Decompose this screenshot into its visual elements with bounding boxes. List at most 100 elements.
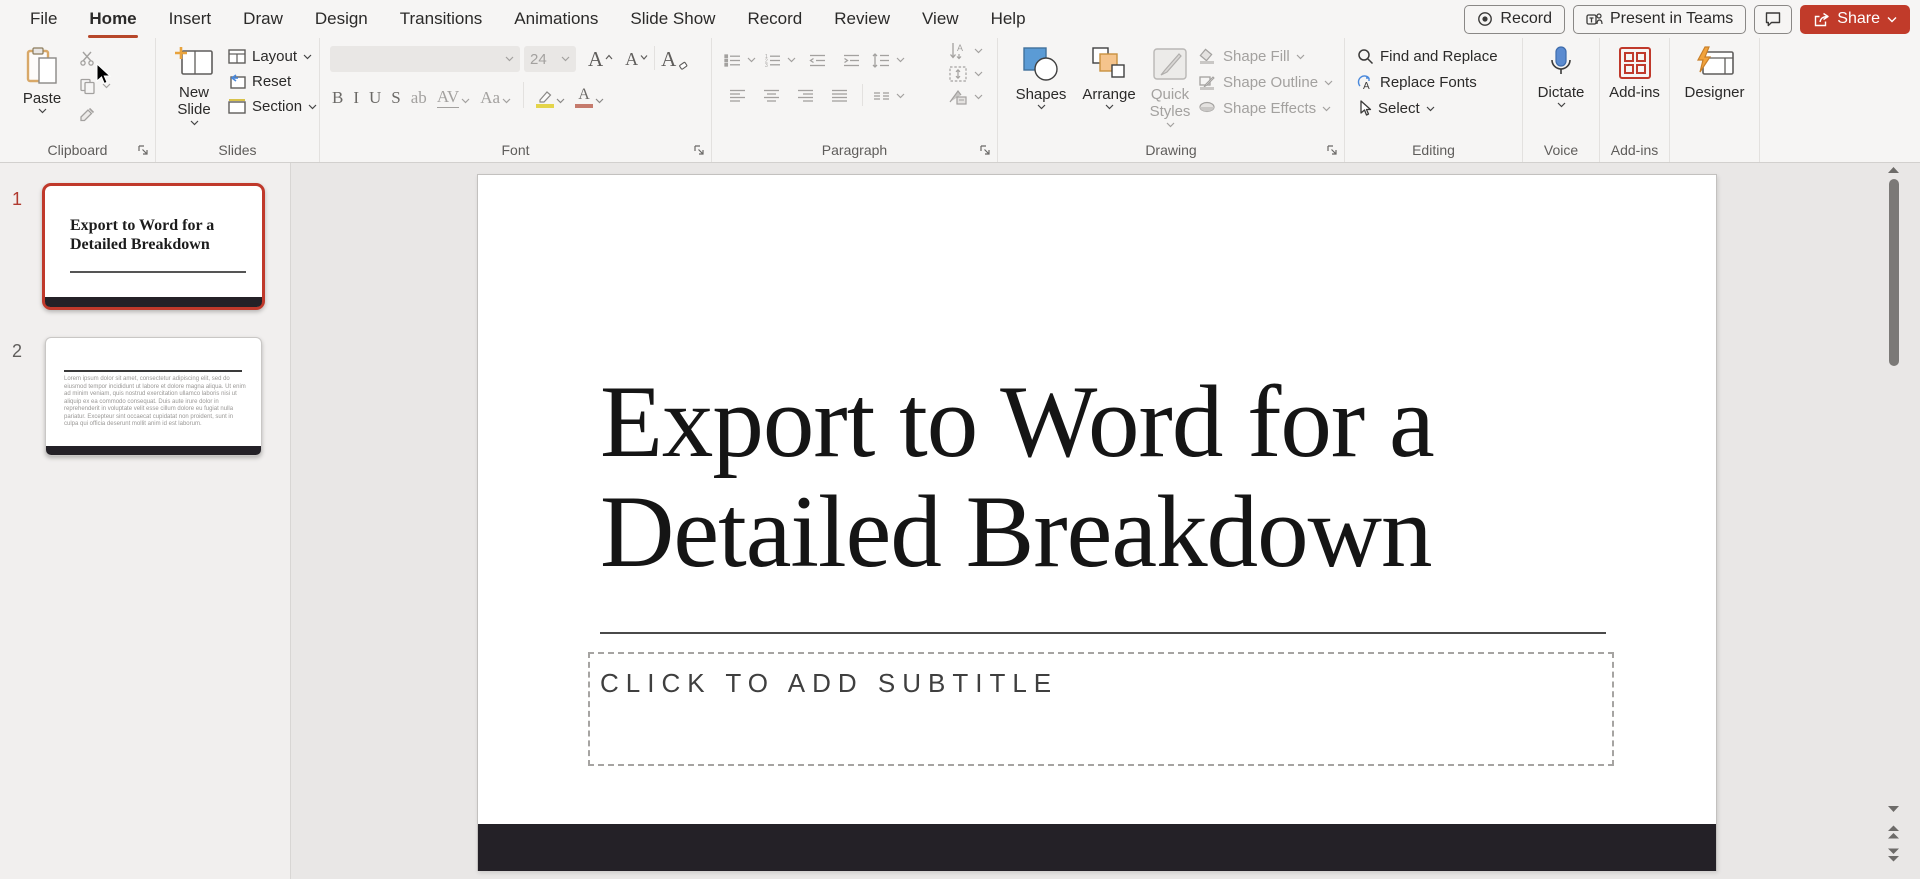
clipboard-dialog-launcher-icon[interactable] (137, 144, 149, 156)
present-in-teams-button[interactable]: Present in Teams (1573, 5, 1746, 34)
designer-icon (1695, 46, 1735, 80)
align-text-button[interactable] (948, 65, 983, 83)
shape-outline-button[interactable]: Shape Outline (1198, 74, 1333, 91)
menu-draw[interactable]: Draw (227, 0, 299, 38)
underline-button[interactable]: U (369, 88, 381, 108)
menu-animations[interactable]: Animations (498, 0, 614, 38)
italic-button[interactable]: I (353, 88, 359, 108)
slide-title-textbox[interactable]: Export to Word for a Detailed Breakdown (600, 367, 1700, 587)
paragraph-dialog-launcher-icon[interactable] (979, 144, 991, 156)
menu-insert[interactable]: Insert (153, 0, 228, 38)
quick-styles-icon (1151, 46, 1189, 82)
columns-button[interactable] (873, 89, 905, 103)
chevron-down-icon (1887, 16, 1897, 23)
font-color-button[interactable]: A (575, 87, 604, 108)
cut-button[interactable] (74, 46, 100, 70)
decrease-indent-icon (809, 53, 826, 68)
previous-slide-button[interactable] (1886, 824, 1901, 840)
change-case-button[interactable]: Aa (480, 88, 511, 108)
comments-button[interactable] (1754, 5, 1792, 34)
shape-effects-button[interactable]: Shape Effects (1198, 100, 1333, 117)
menu-transitions[interactable]: Transitions (384, 0, 499, 38)
clipboard-group-label: Clipboard (0, 142, 155, 158)
font-size-combobox[interactable]: 24 (524, 46, 576, 72)
strikethrough-button[interactable]: ab (411, 88, 427, 108)
format-painter-icon (79, 106, 96, 123)
chevron-down-icon (896, 93, 905, 99)
format-painter-button[interactable] (74, 102, 100, 126)
menu-design[interactable]: Design (299, 0, 384, 38)
vertical-scrollbar-thumb[interactable] (1889, 179, 1899, 366)
arrange-button[interactable]: Arrange (1076, 46, 1142, 110)
font-group-label: Font (320, 142, 711, 158)
add-ins-button[interactable]: Add-ins (1600, 46, 1669, 101)
section-icon (228, 99, 246, 114)
menu-home[interactable]: Home (73, 0, 152, 38)
line-spacing-button[interactable] (872, 53, 905, 68)
designer-button[interactable]: Designer (1670, 46, 1759, 101)
slide-2-thumbnail-rule (64, 370, 242, 372)
shapes-button[interactable]: Shapes (1010, 46, 1072, 110)
justify-button[interactable] (826, 84, 852, 108)
dictate-button[interactable]: Dictate (1523, 46, 1599, 108)
increase-indent-button[interactable] (838, 48, 864, 72)
slide-1-thumbnail[interactable]: Export to Word for a Detailed Breakdown (42, 183, 265, 310)
align-center-button[interactable] (758, 84, 784, 108)
text-shadow-button[interactable]: S (391, 88, 400, 108)
menu-record[interactable]: Record (731, 0, 818, 38)
replace-fonts-button[interactable]: A Replace Fonts (1357, 74, 1498, 91)
paste-button[interactable]: Paste (16, 46, 68, 114)
align-left-button[interactable] (724, 84, 750, 108)
chevron-down-icon (1324, 80, 1333, 86)
shape-fill-button[interactable]: Shape Fill (1198, 48, 1333, 65)
align-center-icon (763, 89, 780, 103)
teams-icon (1586, 11, 1603, 28)
section-button[interactable]: Section (228, 98, 317, 115)
increase-indent-icon (843, 53, 860, 68)
chevron-down-icon (787, 57, 796, 63)
convert-to-smartart-button[interactable] (948, 88, 983, 106)
subtitle-placeholder[interactable]: CLICK TO ADD SUBTITLE (588, 652, 1614, 766)
increase-font-size-button[interactable]: A (588, 47, 613, 72)
numbering-button[interactable]: 123 (764, 53, 796, 68)
scroll-down-arrow[interactable] (1886, 804, 1901, 814)
new-slide-icon (174, 46, 214, 80)
decrease-font-size-button[interactable]: A (625, 49, 648, 70)
chevron-down-icon[interactable] (102, 83, 111, 89)
align-right-button[interactable] (792, 84, 818, 108)
quick-styles-button[interactable]: Quick Styles (1144, 46, 1196, 128)
line-spacing-icon (872, 53, 890, 68)
new-slide-button[interactable]: New Slide (166, 46, 222, 126)
copy-button[interactable] (74, 74, 100, 98)
font-name-combobox[interactable] (330, 46, 520, 72)
menu-review[interactable]: Review (818, 0, 906, 38)
record-button[interactable]: Record (1464, 5, 1565, 34)
decrease-indent-button[interactable] (804, 48, 830, 72)
slide-2-thumbnail-body-text: Lorem ipsum dolor sit amet, consectetur … (64, 376, 246, 429)
menu-slide-show[interactable]: Slide Show (614, 0, 731, 38)
reset-button[interactable]: Reset (228, 73, 317, 90)
font-color-swatch (575, 104, 593, 108)
menu-view[interactable]: View (906, 0, 975, 38)
chevron-down-icon (461, 98, 470, 104)
text-direction-button[interactable]: A (948, 42, 983, 60)
next-slide-button[interactable] (1886, 847, 1901, 863)
menu-help[interactable]: Help (975, 0, 1042, 38)
slides-group-label: Slides (156, 142, 319, 158)
slide-1-thumbnail-title: Export to Word for a Detailed Breakdown (70, 216, 240, 254)
scroll-up-arrow[interactable] (1886, 165, 1901, 175)
bullets-button[interactable] (724, 53, 756, 68)
character-spacing-button[interactable]: AV (437, 87, 470, 108)
bold-button[interactable]: B (332, 88, 343, 108)
layout-button[interactable]: Layout (228, 48, 317, 65)
share-button[interactable]: Share (1800, 5, 1910, 34)
select-button[interactable]: Select (1357, 100, 1498, 117)
highlight-color-button[interactable] (536, 90, 565, 108)
drawing-dialog-launcher-icon[interactable] (1326, 144, 1338, 156)
find-and-replace-button[interactable]: Find and Replace (1357, 48, 1498, 65)
font-dialog-launcher-icon[interactable] (693, 144, 705, 156)
slide-2-thumbnail[interactable]: Lorem ipsum dolor sit amet, consectetur … (45, 337, 262, 456)
clear-formatting-button[interactable]: A (661, 47, 688, 72)
menu-file[interactable]: File (14, 0, 73, 38)
slide-canvas[interactable]: Export to Word for a Detailed Breakdown … (477, 174, 1717, 871)
